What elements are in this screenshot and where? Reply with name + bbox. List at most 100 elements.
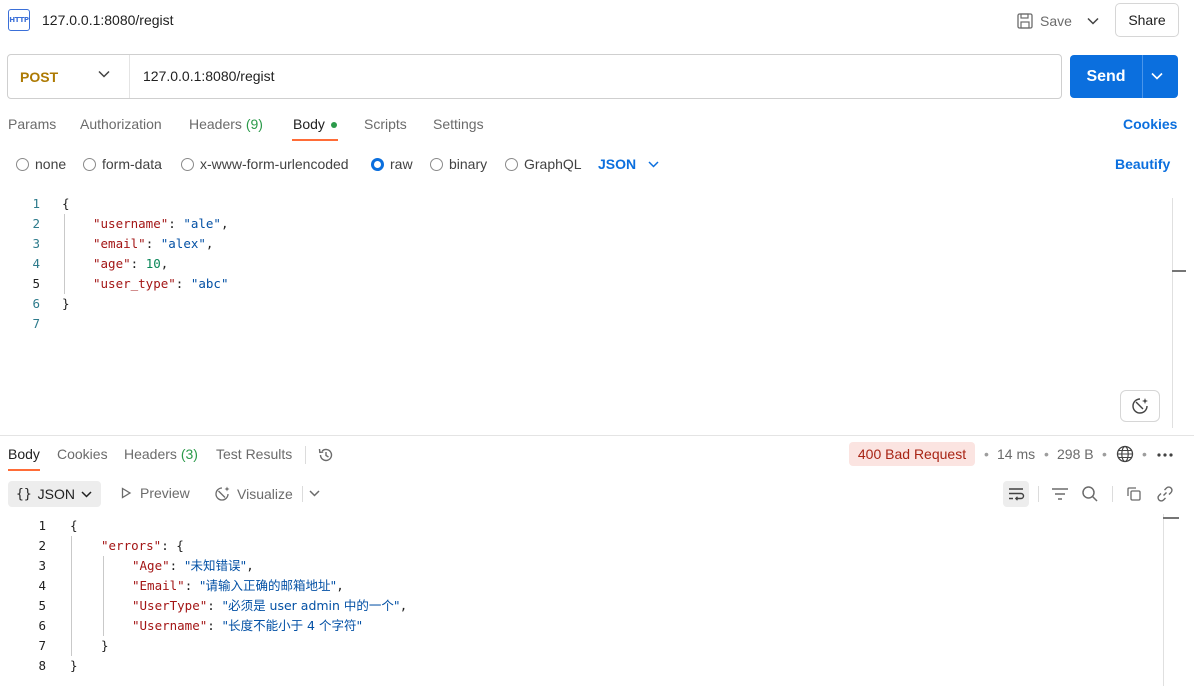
code-text: "user_type": "abc"	[93, 276, 229, 291]
divider	[305, 446, 306, 464]
link-button[interactable]	[1152, 481, 1178, 507]
radio-urlencoded[interactable]: x-www-form-urlencoded	[181, 156, 349, 172]
code-text: }	[70, 658, 78, 673]
radio-circle	[505, 157, 518, 171]
more-options-icon[interactable]	[1156, 452, 1174, 458]
status-badge[interactable]: 400 Bad Request	[849, 442, 975, 466]
tab-params[interactable]: Params	[8, 116, 56, 132]
url-input[interactable]: 127.0.0.1:8080/regist	[143, 55, 1043, 98]
chevron-down-icon[interactable]	[309, 490, 320, 497]
tab-body-label: Body	[293, 116, 325, 132]
code-text: {	[62, 196, 70, 211]
tab-body[interactable]: Body	[293, 116, 337, 132]
share-button[interactable]: Share	[1115, 3, 1179, 37]
tab-settings[interactable]: Settings	[433, 116, 484, 132]
beautify-button[interactable]: Beautify	[1115, 156, 1170, 172]
line-number: 6	[32, 296, 40, 311]
radio-raw[interactable]: raw	[371, 156, 413, 172]
line-number: 5	[32, 276, 40, 291]
radio-form-data[interactable]: form-data	[83, 156, 162, 172]
radio-label: GraphQL	[524, 156, 582, 172]
radio-label: x-www-form-urlencoded	[200, 156, 349, 172]
visualize-button[interactable]: Visualize	[213, 485, 293, 503]
code-text: "username": "ale",	[93, 216, 229, 231]
code-line: 8}	[0, 656, 1160, 676]
line-number: 7	[38, 638, 46, 653]
response-tab-body[interactable]: Body	[8, 446, 40, 462]
search-button[interactable]	[1077, 481, 1103, 507]
code-line: 4 "age": 10,	[0, 254, 1160, 274]
panel-splitter[interactable]	[0, 435, 1194, 436]
save-button[interactable]: Save	[1016, 8, 1072, 34]
ai-assist-button[interactable]	[1120, 390, 1160, 422]
filter-button[interactable]	[1047, 481, 1073, 507]
scrollbar-marker	[1172, 270, 1186, 272]
code-line: 7}	[0, 636, 1160, 656]
tab-authorization[interactable]: Authorization	[80, 116, 162, 132]
response-time[interactable]: 14 ms	[997, 446, 1035, 462]
body-format-label: JSON	[598, 156, 637, 172]
code-line: 6 "Username": "长度不能小于 4 个字符"	[0, 616, 1160, 636]
code-line: 4 "Email": "请输入正确的邮箱地址",	[0, 576, 1160, 596]
copy-button[interactable]	[1121, 481, 1147, 507]
radio-none[interactable]: none	[16, 156, 66, 172]
request-body-editor[interactable]: 1{ 2 "username": "ale", 3 "email": "alex",…	[0, 192, 1190, 432]
sparkle-icon	[1132, 398, 1148, 414]
line-number: 2	[32, 216, 40, 231]
request-tabs: Params Authorization Headers (9) Body Sc…	[0, 110, 1200, 142]
body-modified-dot	[330, 122, 337, 129]
code-text: "errors": {	[101, 538, 184, 553]
radio-label: binary	[449, 156, 488, 172]
radio-binary[interactable]: binary	[430, 156, 487, 172]
save-label: Save	[1040, 13, 1072, 29]
method-select[interactable]: POST	[8, 55, 130, 98]
code-line: 5 "user_type": "abc"	[0, 274, 1160, 294]
radio-circle-selected	[371, 157, 384, 171]
cookies-link[interactable]: Cookies	[1123, 116, 1177, 132]
response-size[interactable]: 298 B	[1057, 446, 1094, 462]
request-title[interactable]: 127.0.0.1:8080/regist	[42, 12, 174, 28]
separator-dot: •	[1142, 446, 1147, 462]
scrollbar-marker	[1163, 517, 1179, 519]
code-text: "Email": "请输入正确的邮箱地址",	[132, 578, 344, 593]
response-headers-count: (3)	[180, 446, 198, 462]
response-format-label: JSON	[37, 486, 75, 502]
divider	[302, 486, 303, 502]
save-options-chevron-icon[interactable]	[1082, 10, 1104, 32]
editor-scrollbar[interactable]	[1172, 198, 1173, 428]
code-line: 7	[0, 314, 1160, 334]
wrap-lines-button[interactable]	[1003, 481, 1029, 507]
radio-label: raw	[390, 156, 413, 172]
radio-label: none	[35, 156, 67, 172]
response-scrollbar[interactable]	[1163, 514, 1164, 686]
response-tab-headers-label: Headers	[124, 446, 177, 462]
response-tab-cookies[interactable]: Cookies	[57, 446, 108, 462]
line-number: 1	[38, 518, 46, 533]
send-label: Send	[1086, 68, 1126, 85]
body-format-select[interactable]: JSON	[598, 156, 659, 172]
chevron-down-icon	[81, 490, 92, 498]
line-number: 3	[32, 236, 40, 251]
tab-scripts[interactable]: Scripts	[364, 116, 407, 132]
radio-graphql[interactable]: GraphQL	[505, 156, 582, 172]
filter-icon	[1052, 488, 1068, 500]
globe-icon[interactable]	[1116, 445, 1134, 463]
response-tab-headers[interactable]: Headers (3)	[124, 446, 198, 462]
send-options-chevron-icon[interactable]	[1150, 69, 1164, 83]
preview-button[interactable]: Preview	[120, 485, 190, 501]
line-number: 3	[38, 558, 46, 573]
response-tab-test-results[interactable]: Test Results	[216, 446, 292, 462]
tab-headers[interactable]: Headers (9)	[189, 116, 263, 132]
history-icon[interactable]	[317, 446, 335, 464]
code-text: }	[101, 638, 109, 653]
separator-dot: •	[1044, 446, 1049, 462]
code-text: }	[62, 296, 70, 311]
send-divider	[1142, 55, 1143, 98]
code-line: 6}	[0, 294, 1160, 314]
braces-icon: {}	[16, 486, 32, 502]
response-format-select[interactable]: {} JSON	[8, 481, 101, 507]
active-response-tab-indicator	[8, 469, 40, 471]
response-body-viewer[interactable]: 1{ 2 "errors": { 3 "Age": "未知错误", 4 "Email"…	[0, 514, 1200, 686]
radio-circle	[16, 157, 29, 171]
send-button[interactable]: Send	[1070, 55, 1178, 98]
